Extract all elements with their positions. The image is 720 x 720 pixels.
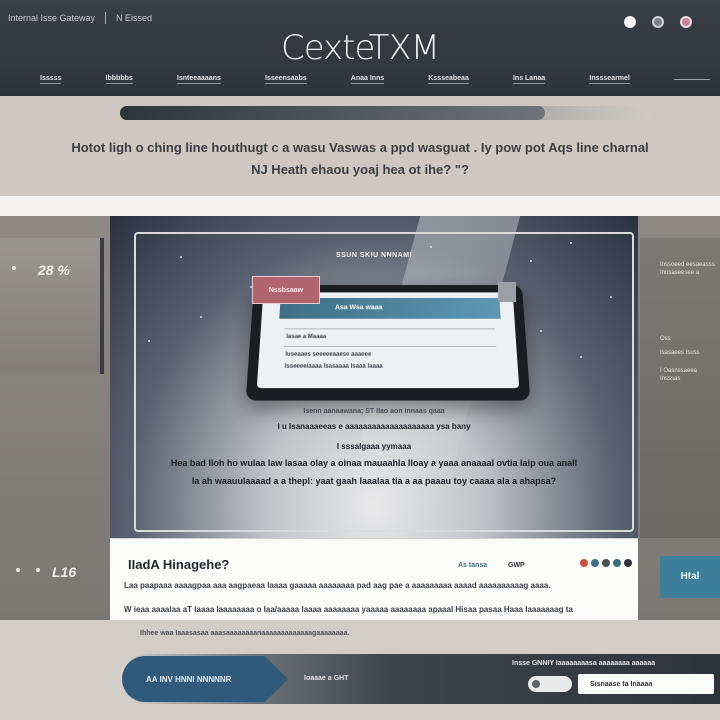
nav-item[interactable]: Isssss [40,75,62,84]
right-panel-text: Oss [660,336,671,342]
left-panel [0,238,104,374]
tablet-tab [498,282,516,302]
nav-item[interactable]: Isseensaabs [265,75,307,84]
bullet-icon [12,266,16,270]
side-action-button[interactable]: Htal [660,556,720,598]
card-icons [580,559,632,567]
footer-note: Ihhee waa Iaaasasaa aaasaaaaaaaanaaaaaaa… [140,630,350,637]
bookmark-icon[interactable] [613,559,621,567]
like-icon[interactable] [591,559,599,567]
notification-icon[interactable] [680,16,692,28]
tablet-screen: Asa Wsa waaa Iasae a Maaaa Iuseaaes seee… [256,292,520,389]
banner-text-2: NJ Heath ehaou yoaj hea ot ihe? "? [251,162,469,177]
nav-item[interactable]: Kssseabeaa [428,75,469,84]
header-left: Internal Isse Gateway N Eissed [8,12,152,24]
right-panel: Inssoeed eesaeasss Innsaseesee a Oss Isa… [640,238,720,538]
tablet-text: Isseeeeiaaaa Isasaaaa Isaaa Iaaaa [284,363,383,370]
intro-banner: Hotot ligh o ching line houthugt c a was… [0,96,720,196]
footer-link[interactable]: Ioaaae a GHT [304,675,348,682]
right-panel-text: Insssas [660,376,681,382]
tablet-divider [283,345,497,347]
card-tag[interactable]: As tansa [458,562,487,569]
nav-divider [674,78,710,80]
brand-logo[interactable]: CexteTXM [0,28,720,68]
card-body: W ieaa aaaalaa aT laaaa Iaaaaaaaa o Iaa/… [124,605,573,614]
site-header: Internal Isse Gateway N Eissed CexteTXM … [0,0,720,96]
hero-caption: Isenn aanaawana; ST IIao aon innaas qaaa [303,408,445,415]
header-divider [105,12,107,24]
right-panel-text: Innsaseesee a [660,270,700,276]
settings-icon[interactable] [652,16,664,28]
more-icon[interactable] [624,559,632,567]
stat-bottom: L16 [52,564,77,580]
header-icons [624,16,692,28]
banner-text-1: Hotot ligh o ching line houthugt c a was… [71,140,649,155]
user-icon[interactable] [624,16,636,28]
right-panel-text: Inssoeed eesaeasss [660,262,715,268]
hero-caption: Hea bad Iloh ho wulaa law lasaa olay a o… [170,458,578,468]
share-icon[interactable] [580,559,588,567]
tablet-text: Iuseaaes seeeeeaaese aaaeee [285,351,372,358]
tablet-text: Iasae a Maaaa [286,334,327,341]
toggle-knob [532,680,540,688]
footer-label: Insse GNNIY Iaaaaaaaasa aaaaaaaa aaaaaa [512,660,656,667]
cta-button[interactable]: AA INV HNNI NNNNNR [122,656,288,702]
search-input[interactable] [578,674,714,694]
tablet-tag: Nssbsaaw [252,276,320,304]
card-title: IIadA Hinagehe? [128,557,230,572]
nav-item[interactable]: Isnteeaaaans [176,75,221,84]
hero-caption: I sssalgaaa yymaaa [336,442,412,451]
card-body: Laa paapaaa aaaagpaa aaa aagpaeaa laaaa … [124,581,551,590]
nav-item[interactable]: Ins Lanaa [512,75,546,84]
main-nav: Isssss Ibbbbbs Isnteeaaaans Isseensaabs … [40,72,710,86]
hero-image: SSUN SKIU NNNAMI Asa Wsa waaa Iasae a Ma… [110,216,638,538]
right-panel-text: I Oasnssaeea [660,368,698,374]
nav-item[interactable]: Ibbbbbs [105,75,133,84]
toggle-switch[interactable] [528,676,572,692]
bullet-icon [36,568,40,572]
nav-item[interactable]: Insssearmel [589,75,630,84]
card-tag[interactable]: GWP [508,562,525,569]
header-left-sub[interactable]: N Eissed [116,13,152,23]
content-card: IIadA Hinagehe? As tansa GWP Laa paapaaa… [110,538,638,620]
progress-fill [120,106,545,120]
nav-item[interactable]: Anaa Inns [350,75,385,84]
right-panel-text: Isasaees Isuss [660,350,700,356]
hero-caption: Ia ah waauulaaaad a a thepl: yaat gaah I… [191,476,557,486]
tablet-divider [284,328,496,330]
hero-caption: I u Isanaaaeeas e aaaaaaaaaaaaaaaaaaaa y… [277,422,471,431]
header-left-label[interactable]: Internal Isse Gateway [8,13,95,23]
section-divider [0,196,720,216]
hero-title: SSUN SKIU NNNAMI [335,252,413,259]
stat-top: 28 % [38,262,70,278]
bullet-icon [16,568,20,572]
left-panel-bar [100,238,104,374]
progress-bar [120,106,651,120]
comment-icon[interactable] [602,559,610,567]
